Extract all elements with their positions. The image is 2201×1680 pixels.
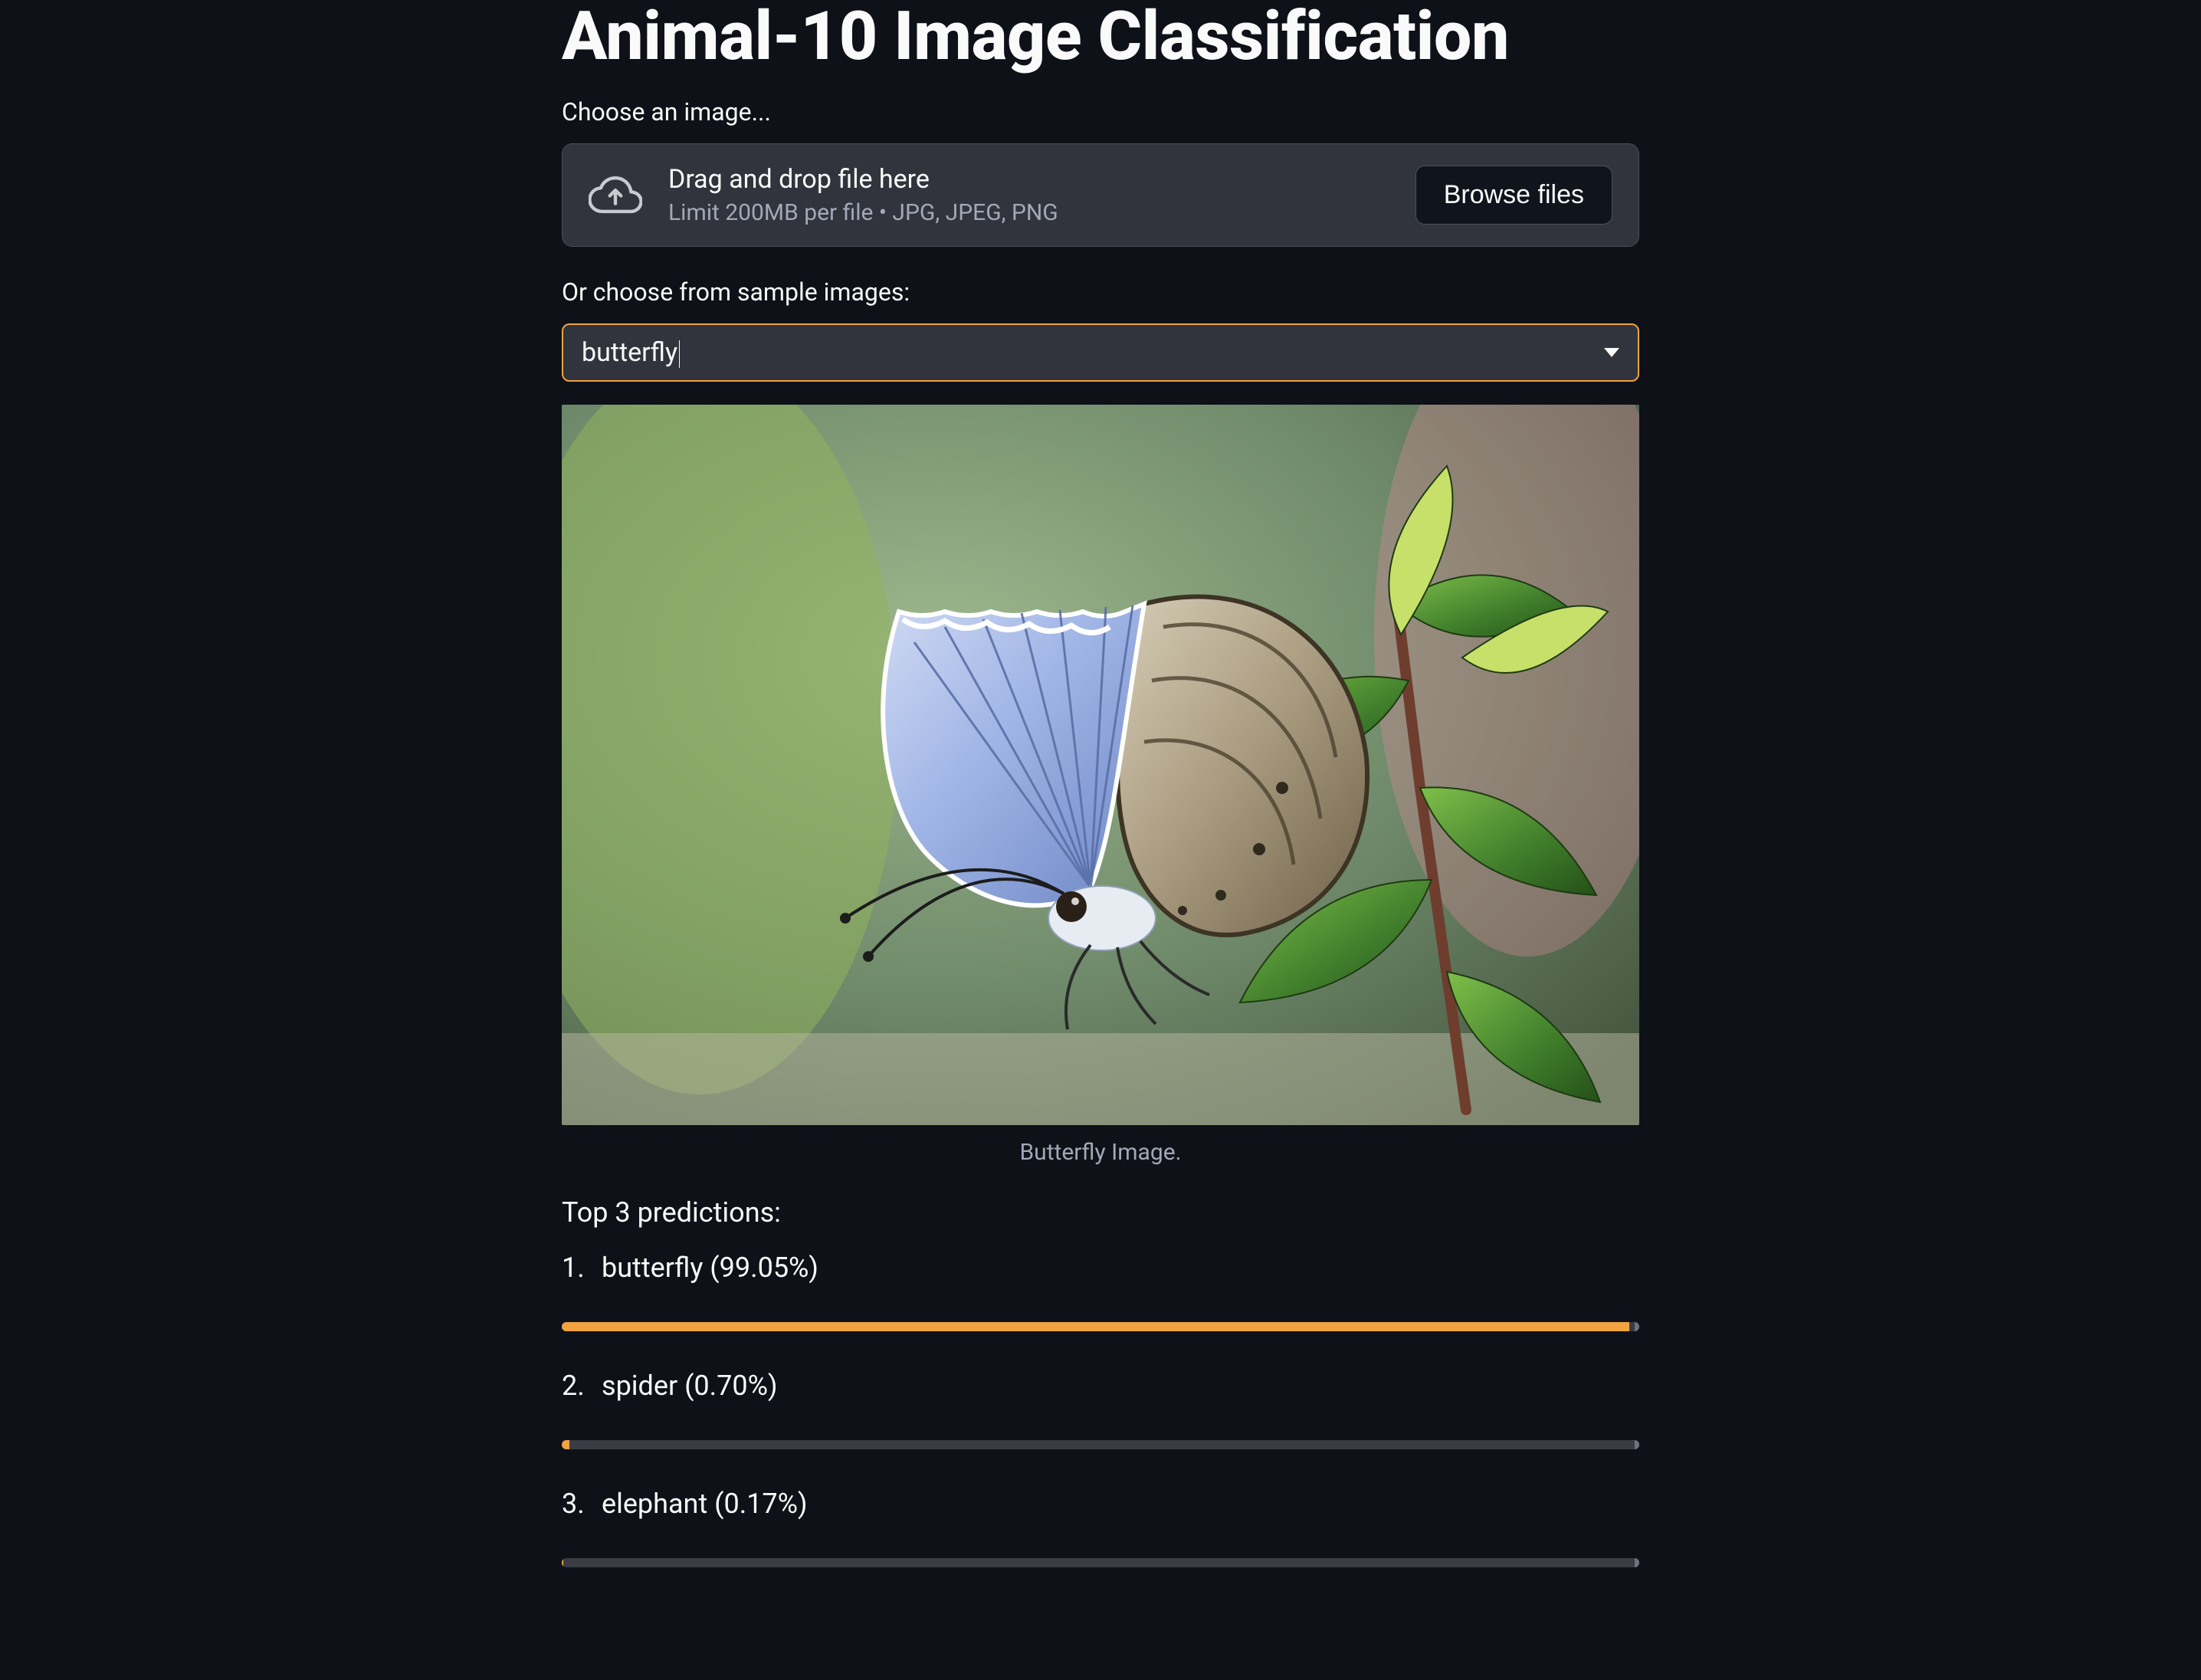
sample-select-value: butterfly: [582, 337, 1604, 368]
uploader-text: Drag and drop file here Limit 200MB per …: [668, 164, 1389, 226]
sample-select[interactable]: butterfly: [562, 323, 1639, 382]
cloud-upload-icon: [589, 173, 642, 216]
uploader-sub-text: Limit 200MB per file • JPG, JPEG, PNG: [668, 199, 1389, 226]
sample-label: Or choose from sample images:: [562, 277, 1639, 307]
progress-fill: [562, 1558, 563, 1567]
browse-files-button[interactable]: Browse files: [1415, 166, 1612, 225]
uploader-main-text: Drag and drop file here: [668, 164, 1389, 195]
image-caption: Butterfly Image.: [562, 1139, 1639, 1166]
prediction-progress: [562, 1322, 1639, 1331]
chevron-down-icon: [1604, 348, 1619, 357]
prediction-item: 1. butterfly (99.05%): [562, 1252, 1639, 1284]
preview-image: [562, 405, 1639, 1125]
predictions-title: Top 3 predictions:: [562, 1196, 1639, 1229]
file-uploader[interactable]: Drag and drop file here Limit 200MB per …: [562, 143, 1639, 247]
page-title: Animal-10 Image Classification: [562, 0, 1639, 74]
prediction-text: spider (0.70%): [602, 1370, 777, 1402]
progress-cap: [1635, 1558, 1639, 1567]
progress-fill: [562, 1322, 1629, 1331]
progress-fill: [562, 1440, 569, 1449]
prediction-progress: [562, 1440, 1639, 1449]
prediction-item: 3. elephant (0.17%): [562, 1488, 1639, 1520]
prediction-rank: 2.: [562, 1370, 580, 1402]
prediction-item: 2. spider (0.70%): [562, 1370, 1639, 1402]
prediction-rank: 1.: [562, 1252, 580, 1284]
prediction-progress: [562, 1558, 1639, 1567]
prediction-rank: 3.: [562, 1488, 580, 1520]
progress-cap: [1635, 1440, 1639, 1449]
prediction-text: elephant (0.17%): [602, 1488, 808, 1520]
prediction-text: butterfly (99.05%): [602, 1252, 818, 1284]
upload-label: Choose an image...: [562, 97, 1639, 126]
progress-cap: [1635, 1322, 1639, 1331]
